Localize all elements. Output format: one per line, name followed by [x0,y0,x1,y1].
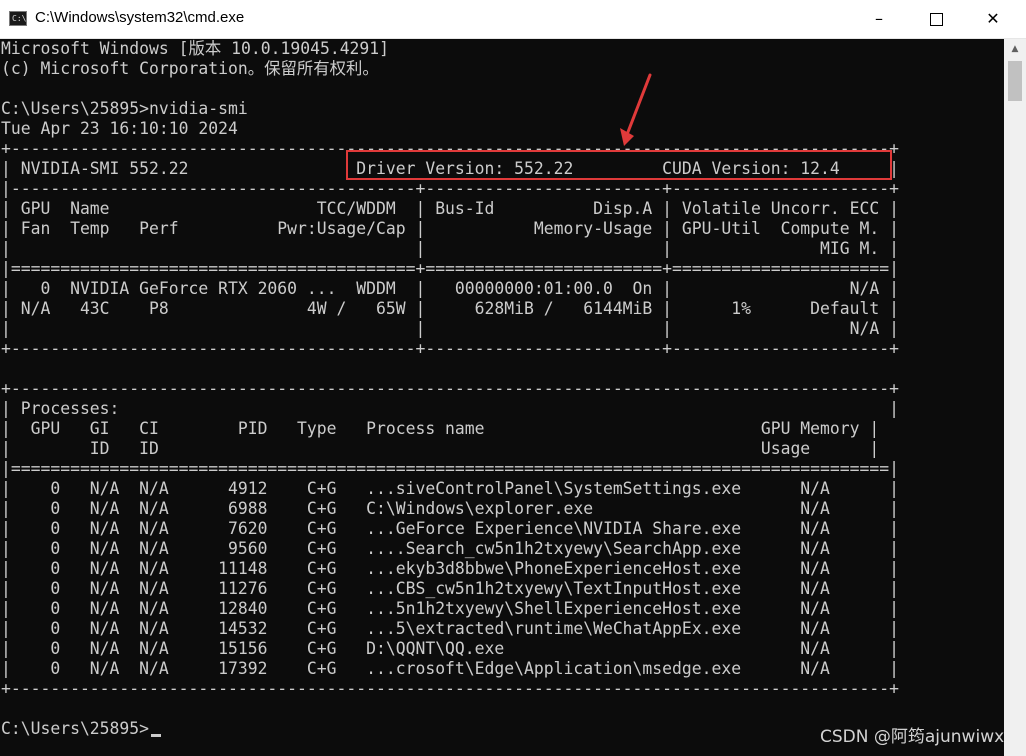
red-arrow-annotation-icon [620,73,652,146]
console-line: C:\Users\25895>nvidia-smi [1,99,248,118]
console-line: | ID ID Usage | [1,439,880,458]
console-line: | | | N/A | [1,319,899,338]
console-line: (c) Microsoft Corporation。保留所有权利。 [1,59,379,78]
scroll-thumb[interactable] [1008,61,1022,101]
console-line: |=======================================… [1,459,899,478]
console-line: | 0 N/A N/A 11148 C+G ...ekyb3d8bbwe\Pho… [1,559,899,578]
maximize-icon [929,13,943,26]
console-output[interactable]: Microsoft Windows [版本 10.0.19045.4291] (… [0,39,1004,756]
console-line: +---------------------------------------… [1,379,899,398]
console-text: Microsoft Windows [版本 10.0.19045.4291] (… [0,39,1004,739]
window-title: C:\Windows\system32\cmd.exe [35,9,245,26]
console-line: | 0 N/A N/A 15156 C+G D:\QQNT\QQ.exe N/A… [1,639,899,658]
console-line: | | | MIG M. | [1,239,899,258]
console-line: | 0 N/A N/A 11276 C+G ...CBS_cw5n1h2txye… [1,579,899,598]
scroll-up-arrow-icon[interactable]: ▲ [1004,39,1026,59]
text-cursor [151,734,161,737]
console-line: Tue Apr 23 16:10:10 2024 [1,119,238,138]
console-line: |=======================================… [1,259,899,278]
console-line: | Processes: | [1,399,899,418]
console-line: | GPU GI CI PID Type Process name GPU Me… [1,419,880,438]
console-line: | 0 N/A N/A 14532 C+G ...5\extracted\run… [1,619,899,638]
console-line: +---------------------------------------… [1,679,899,698]
console-line: C:\Users\25895> [1,719,150,738]
console-line: | GPU Name TCC/WDDM | Bus-Id Disp.A | Vo… [1,199,899,218]
console-line: | 0 N/A N/A 6988 C+G C:\Windows\explorer… [1,499,899,518]
console-line: | 0 N/A N/A 9560 C+G ....Search_cw5n1h2t… [1,539,899,558]
console-line: |---------------------------------------… [1,179,899,198]
maximize-button[interactable] [913,0,959,38]
console-line: | 0 N/A N/A 4912 C+G ...siveControlPanel… [1,479,899,498]
console-line: | 0 NVIDIA GeForce RTX 2060 ... WDDM | 0… [1,279,899,298]
cmd-app-icon[interactable]: C:\ [9,11,27,26]
driver-version-highlight-box [346,150,892,180]
console-line: | Fan Temp Perf Pwr:Usage/Cap | Memory-U… [1,219,899,238]
console-line: | 0 N/A N/A 12840 C+G ...5n1h2txyewy\She… [1,599,899,618]
console-line: | 0 N/A N/A 7620 C+G ...GeForce Experien… [1,519,899,538]
console-line: | N/A 43C P8 4W / 65W | 628MiB / 6144MiB… [1,299,899,318]
vertical-scrollbar[interactable]: ▲ [1004,39,1026,756]
console-line: | 0 N/A N/A 17392 C+G ...crosoft\Edge\Ap… [1,659,899,678]
watermark-text: CSDN @阿筠ajunwiwx [820,727,1005,747]
console-line: Microsoft Windows [版本 10.0.19045.4291] [1,39,390,58]
console-line: +---------------------------------------… [1,339,899,358]
title-bar[interactable]: C:\ C:\Windows\system32\cmd.exe – ✕ [0,0,1026,39]
minimize-button[interactable]: – [856,0,902,38]
close-button[interactable]: ✕ [970,0,1016,38]
